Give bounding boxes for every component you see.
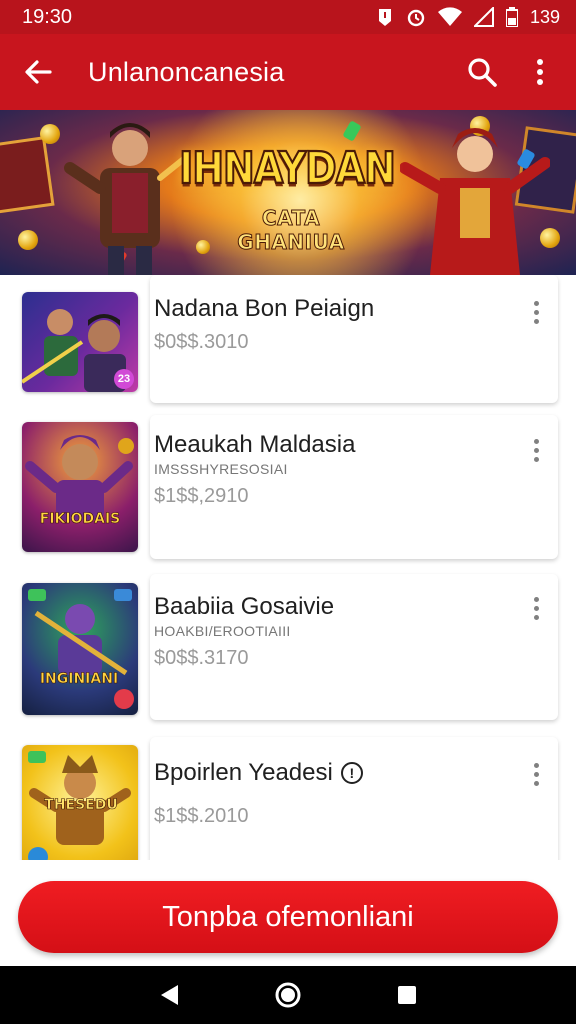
promo-banner[interactable]: IHNAYDAN CATA GHANIUA (0, 110, 576, 275)
primary-cta-button[interactable]: Tonpba ofemonliani (18, 881, 558, 953)
info-icon[interactable]: ! (340, 762, 363, 784)
status-icons: 139 (376, 7, 560, 28)
notification-icon (376, 7, 394, 27)
cta-container: Tonpba ofemonliani (0, 860, 576, 966)
wifi-icon (437, 7, 462, 27)
list-item-card[interactable] (150, 737, 558, 860)
search-icon[interactable] (460, 50, 504, 94)
banner-title: IHNAYDAN (178, 142, 397, 195)
item-price: $0$$.3170 (154, 647, 249, 669)
back-arrow-icon[interactable] (20, 54, 56, 90)
thumbnail-title: THESEDU (44, 797, 118, 814)
status-time: 19:30 (22, 5, 73, 28)
app-bar: Unlanoncanesia (0, 34, 576, 110)
game-list: 23 Nadana Bon Peiaign $0$$.3010 FIKIODAI… (0, 275, 576, 860)
recents-square-icon[interactable] (387, 975, 427, 1015)
item-price: $1$$,2910 (154, 485, 249, 507)
item-subtitle: HOAKBI/EROOTIAIII (154, 623, 291, 639)
system-nav-bar (0, 966, 576, 1024)
home-circle-icon[interactable] (268, 975, 308, 1015)
page-title: Unlanoncanesia (88, 56, 285, 87)
item-title-text: Bpoirlen Yeadesi (154, 759, 333, 786)
item-price: $0$$.3010 (154, 331, 249, 353)
item-more-icon[interactable] (524, 433, 548, 467)
item-more-icon[interactable] (524, 295, 548, 329)
status-bar: 19:30 139 (0, 0, 576, 34)
item-title: Bpoirlen Yeadesi! (154, 759, 363, 787)
battery-icon (505, 7, 518, 27)
item-price: $1$$.2010 (154, 805, 249, 827)
banner-subtitle: CATA GHANIUA (237, 206, 345, 255)
banner-hero-right (400, 128, 550, 275)
thumbnail-title: FIKIODAIS (39, 511, 121, 528)
item-title: Nadana Bon Peiaign (154, 295, 375, 322)
item-subtitle: IMSSSHYRESOSIAI (154, 461, 288, 477)
battery-level: 139 (529, 6, 560, 27)
more-vert-icon[interactable] (518, 50, 562, 94)
signal-icon (473, 7, 494, 27)
banner-hero-left (64, 123, 188, 275)
game-thumbnail[interactable] (22, 422, 138, 552)
alarm-icon (406, 7, 426, 27)
item-more-icon[interactable] (524, 591, 548, 625)
game-thumbnail[interactable] (22, 583, 138, 715)
coin-icon (40, 124, 60, 144)
item-title: Baabiia Gosaivie (154, 593, 335, 620)
back-triangle-icon[interactable] (149, 975, 189, 1015)
thumbnail-badge: 23 (114, 369, 134, 389)
item-more-icon[interactable] (524, 757, 548, 791)
thumbnail-title: INGINIANI (39, 671, 119, 688)
coin-icon (18, 230, 38, 250)
banner-screen-decoration (0, 136, 55, 214)
item-title: Meaukah Maldasia (154, 431, 356, 458)
